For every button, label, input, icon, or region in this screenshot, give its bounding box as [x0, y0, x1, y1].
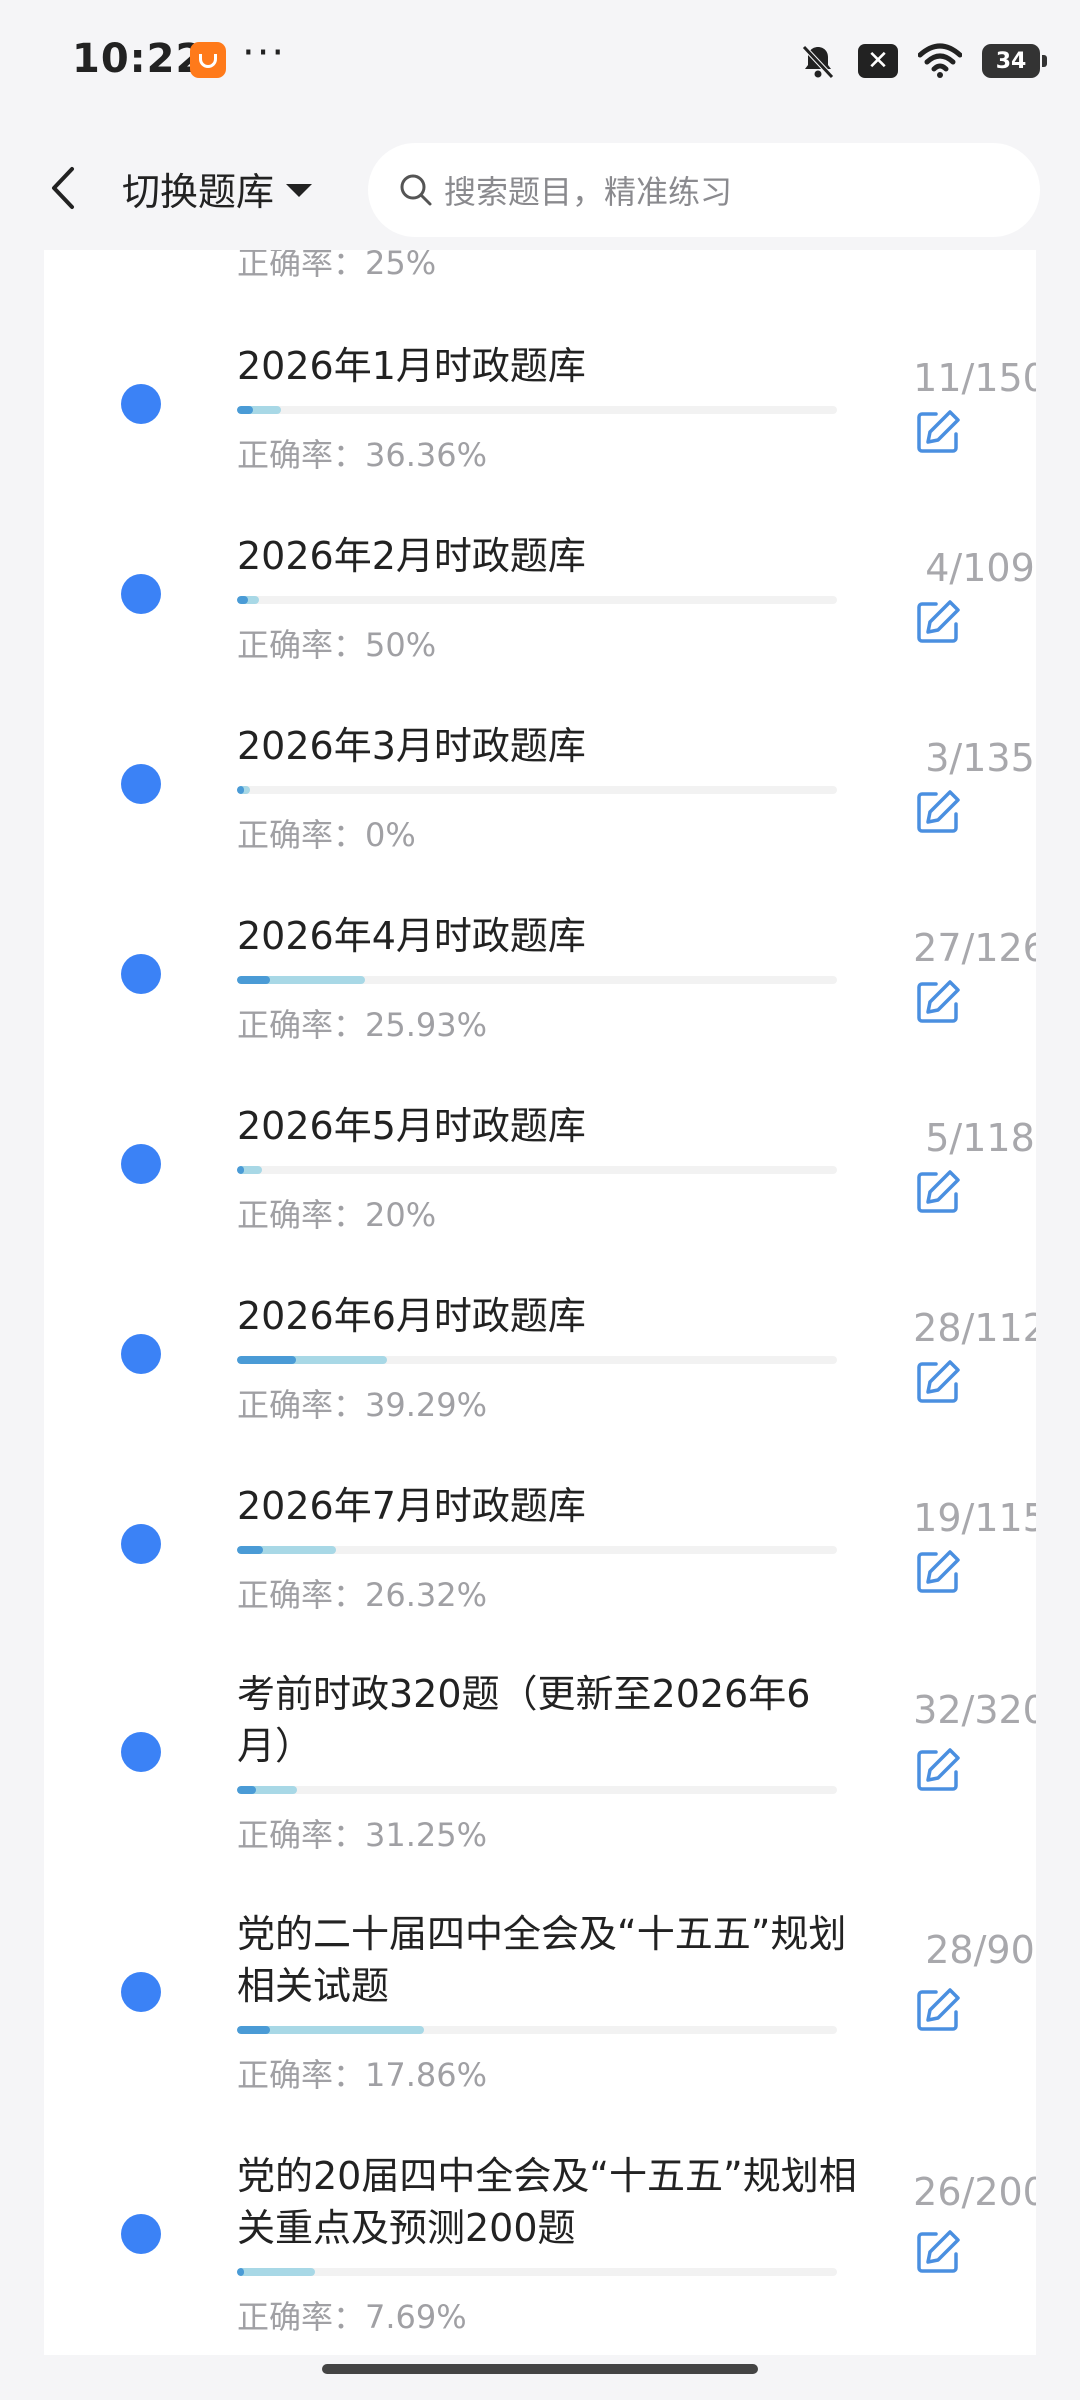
progress-correct [237, 1166, 245, 1174]
bank-title: 2026年1月时政题库 [237, 344, 586, 388]
progress-correct [237, 1786, 256, 1794]
status-time: 10:22 [72, 36, 205, 82]
progress-count: 28/112 [913, 1306, 1036, 1350]
progress-count: 3/135 [925, 736, 1035, 780]
accuracy-text: 正确率：7.69% [237, 2298, 467, 2336]
progress-count: 28/90 [925, 1928, 1035, 1972]
switch-bank-dropdown[interactable]: 切换题库 [122, 161, 313, 216]
edit-icon[interactable] [914, 1358, 962, 1406]
bank-title: 党的20届四中全会及“十五五”规划相关重点及预测200题 [237, 2154, 857, 2250]
edit-icon[interactable] [914, 788, 962, 836]
progress-correct [237, 786, 245, 794]
progress-count: 5/118 [925, 1116, 1035, 1160]
accuracy-text: 正确率：39.29% [237, 1386, 488, 1424]
accuracy-text: 正确率：31.25% [237, 1816, 488, 1854]
status-dot-icon [121, 1732, 161, 1772]
status-dot-icon [121, 764, 161, 804]
home-indicator[interactable] [322, 2364, 758, 2374]
progress-bar [237, 1546, 837, 1554]
accuracy-text: 正确率：50% [237, 626, 437, 664]
accuracy-text: 正确率：25% [237, 250, 437, 282]
close-badge-icon: ✕ [858, 44, 898, 78]
progress-correct [237, 2026, 271, 2034]
progress-correct [237, 596, 249, 604]
bell-muted-icon [802, 45, 834, 79]
accuracy-text: 正确率：26.32% [237, 1576, 488, 1614]
status-icons: ✕ 34 [798, 36, 1047, 86]
progress-count: 19/115 [913, 1496, 1036, 1540]
status-dot-icon [121, 384, 161, 424]
status-dot-icon [121, 1972, 161, 2012]
bank-title: 2026年6月时政题库 [237, 1294, 586, 1338]
status-dot-icon [121, 2214, 161, 2254]
progress-count: 27/126 [913, 926, 1036, 970]
top-bar: 切换题库 搜索题目，精准练习 [0, 125, 1080, 250]
progress-attempted [237, 2268, 315, 2276]
status-dot-icon [121, 954, 161, 994]
progress-bar [237, 596, 837, 604]
accuracy-text: 正确率：36.36% [237, 436, 488, 474]
progress-bar [237, 406, 837, 414]
edit-icon[interactable] [914, 408, 962, 456]
bank-title: 2026年7月时政题库 [237, 1484, 586, 1528]
accuracy-text: 正确率：0% [237, 816, 416, 854]
wifi-icon [918, 43, 962, 78]
edit-icon[interactable] [914, 1986, 962, 2034]
progress-bar [237, 2026, 837, 2034]
edit-icon[interactable] [914, 1168, 962, 1216]
chevron-left-icon[interactable] [42, 163, 86, 213]
edit-icon[interactable] [914, 978, 962, 1026]
search-input[interactable]: 搜索题目，精准练习 [368, 143, 1040, 237]
status-dot-icon [121, 1144, 161, 1184]
progress-bar [237, 976, 837, 984]
accuracy-text: 正确率：17.86% [237, 2056, 488, 2094]
progress-count: 26/200 [913, 2170, 1036, 2214]
more-notifications-icon: ··· [242, 30, 287, 76]
progress-correct [237, 406, 253, 414]
edit-icon[interactable] [914, 598, 962, 646]
status-dot-icon [121, 574, 161, 614]
progress-correct [237, 1356, 296, 1364]
progress-correct [237, 2268, 245, 2276]
question-bank-list: 正确率：25% 2026年1月时政题库正确率：36.36% 11/150 2026年… [44, 250, 1036, 2355]
accuracy-text: 正确率：25.93% [237, 1006, 488, 1044]
progress-bar [237, 2268, 837, 2276]
progress-correct [237, 1546, 264, 1554]
accuracy-text: 正确率：20% [237, 1196, 437, 1234]
bank-title: 党的二十届四中全会及“十五五”规划相关试题 [237, 1912, 847, 2008]
bank-title: 考前时政320题（更新至2026年6月） [237, 1672, 811, 1768]
bank-title: 2026年4月时政题库 [237, 914, 586, 958]
progress-bar [237, 786, 837, 794]
caret-down-icon [286, 184, 313, 197]
battery-icon: 34 [982, 44, 1047, 78]
bank-title: 2026年2月时政题库 [237, 534, 586, 578]
progress-bar [237, 1356, 837, 1364]
status-dot-icon [121, 1524, 161, 1564]
progress-count: 32/320 [913, 1688, 1036, 1732]
switch-bank-label: 切换题库 [122, 170, 275, 214]
progress-bar [237, 1166, 837, 1174]
progress-correct [237, 976, 271, 984]
search-placeholder: 搜索题目，精准练习 [444, 173, 733, 211]
progress-count: 4/109 [925, 546, 1035, 590]
progress-bar [237, 1786, 837, 1794]
progress-count: 11/150 [913, 356, 1036, 400]
edit-icon[interactable] [914, 1548, 962, 1596]
bank-title: 2026年5月时政题库 [237, 1104, 586, 1148]
status-bar: 10:22 ··· ✕ 34 [0, 0, 1080, 125]
bank-title: 2026年3月时政题库 [237, 724, 586, 768]
shopping-app-icon [190, 42, 226, 78]
search-icon [400, 174, 432, 206]
edit-icon[interactable] [914, 1746, 962, 1794]
status-dot-icon [121, 1334, 161, 1374]
edit-icon[interactable] [914, 2228, 962, 2276]
